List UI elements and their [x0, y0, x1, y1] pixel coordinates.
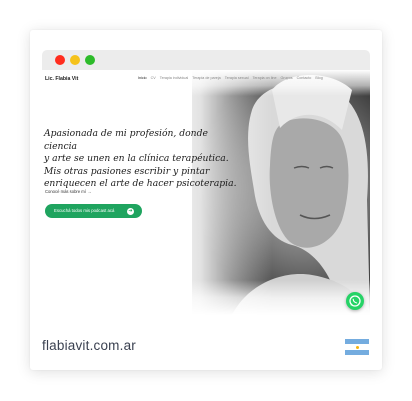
hero-tagline: Apasionada de mi profesión, donde cienci… [44, 128, 239, 191]
nav-item-inicio[interactable]: Inicio [138, 76, 147, 80]
hero-image-fade-bottom [192, 280, 370, 315]
minimize-window-dot[interactable] [70, 55, 80, 65]
flag-band-bottom [345, 349, 369, 355]
podcast-button-label: Escuchá todos mis podcast acá [54, 208, 115, 213]
website-card: Lic. Flabia Vit Inicio CV Terapia indivi… [30, 30, 382, 370]
site-domain[interactable]: flabiavit.com.ar [42, 338, 136, 353]
nav-item-terapia-de-pareja[interactable]: Terapia de pareja [192, 76, 221, 80]
site-nav: Inicio CV Terapia individual Terapia de … [138, 76, 323, 80]
podcast-button[interactable]: Escuchá todos mis podcast acá ➜ [45, 204, 142, 218]
tagline-line: Apasionada de mi profesión, donde cienci… [44, 128, 208, 152]
tagline-line: Mis otras pasiones escribir y pintar [44, 165, 210, 177]
nav-item-cv[interactable]: CV [151, 76, 156, 80]
arrow-circle-icon: ➜ [127, 207, 134, 215]
hero-image-fade-top [192, 70, 370, 96]
whatsapp-glyph [349, 295, 361, 307]
whatsapp-icon[interactable] [346, 292, 364, 310]
hero-image-fade [162, 70, 272, 315]
nav-item-contacto[interactable]: Contacto [297, 76, 312, 80]
website-preview: Lic. Flabia Vit Inicio CV Terapia indivi… [42, 70, 370, 315]
close-window-dot[interactable] [55, 55, 65, 65]
argentina-flag-icon [345, 339, 369, 355]
browser-title-bar [42, 50, 370, 70]
browser-window: Lic. Flabia Vit Inicio CV Terapia indivi… [42, 50, 370, 315]
nav-item-terapia-sexual[interactable]: Terapia sexual [225, 76, 249, 80]
about-me-link[interactable]: Conocé más sobre mí → [45, 189, 91, 194]
site-brand[interactable]: Lic. Flabia Vit [45, 76, 78, 82]
maximize-window-dot[interactable] [85, 55, 95, 65]
nav-item-blog[interactable]: Blog [315, 76, 322, 80]
nav-item-terapia-on-line[interactable]: Terapia on line [253, 76, 277, 80]
tagline-line: y arte se unen en la clínica terapéutica… [44, 153, 229, 165]
flag-sun-icon [355, 345, 359, 349]
nav-item-grupos[interactable]: Grupos [281, 76, 293, 80]
nav-item-terapia-individual[interactable]: Terapia individual [160, 76, 189, 80]
